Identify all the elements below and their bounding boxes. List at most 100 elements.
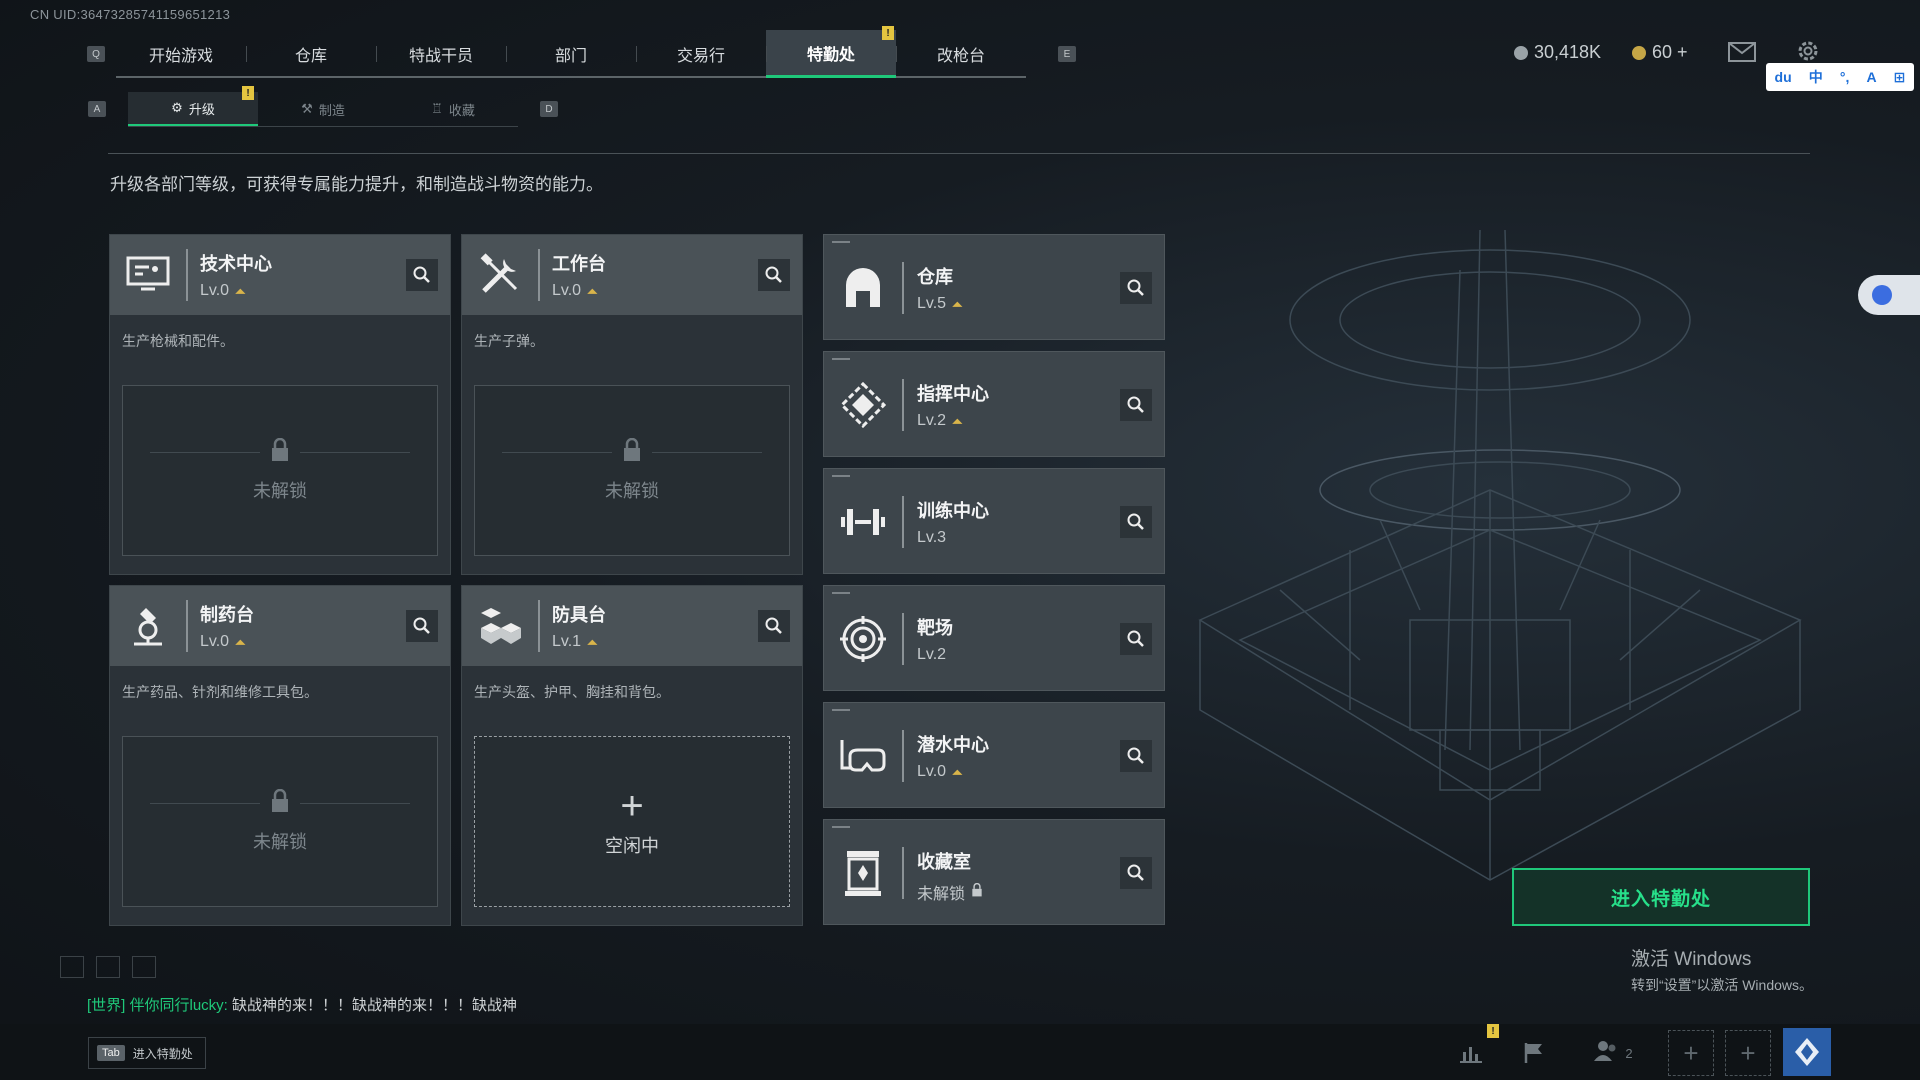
ime-toolbar[interactable]: du 中 °, A ⊞: [1766, 63, 1914, 91]
activation-title: 激活 Windows: [1631, 949, 1752, 970]
divider: [300, 452, 410, 453]
production-slot[interactable]: 未解锁: [474, 385, 790, 556]
dept-description: 生产药品、针剂和维修工具包。: [122, 684, 318, 700]
dept-card-armor-bench[interactable]: 防具台 Lv.1 ⏶ 生产头盔、护甲、胸挂和背包。 + 空闲中: [461, 585, 803, 926]
production-slot-idle[interactable]: + 空闲中: [474, 736, 790, 907]
slot-status: 空闲中: [605, 835, 659, 856]
search-icon[interactable]: [1120, 272, 1152, 304]
dept-name: 靶场: [917, 618, 953, 638]
tab-label: 改枪台: [936, 48, 985, 65]
dept-card-shooting-range[interactable]: 靶场 Lv.2: [823, 585, 1165, 691]
search-icon[interactable]: [406, 610, 438, 642]
subtab-upgrade[interactable]: ⚙ 升级 !: [128, 86, 258, 126]
token-value: 60 +: [1652, 42, 1688, 62]
e-key-hint: E: [1058, 46, 1076, 62]
friends-count: 2: [1625, 1045, 1633, 1061]
ime-logo-icon[interactable]: du: [1775, 69, 1792, 85]
tab-gunsmith[interactable]: 改枪台: [896, 30, 1026, 78]
dept-level: 未解锁: [917, 886, 966, 903]
search-icon[interactable]: [1120, 857, 1152, 889]
tab-key-hint[interactable]: Tab 进入特勤处: [88, 1037, 206, 1069]
decor-frame: [132, 956, 156, 978]
collection-icon: [824, 820, 902, 926]
a-key-hint: A: [88, 101, 106, 117]
dept-card-diving-center[interactable]: 潜水中心 Lv.0 ⏶: [823, 702, 1165, 808]
token-balance[interactable]: 60 +: [1632, 42, 1688, 63]
tab-label: 特战干员: [408, 48, 473, 65]
subtab-label: 收藏: [448, 102, 475, 118]
activation-subtitle: 转到“设置”以激活 Windows。: [1631, 977, 1814, 993]
page-description: 升级各部门等级，可获得专属能力提升，和制造战斗物资的能力。: [110, 175, 603, 194]
tab-department[interactable]: 部门: [506, 30, 636, 78]
notification-badge: !: [1487, 1024, 1499, 1038]
divider: [186, 600, 188, 652]
tab-operators[interactable]: 特战干员: [376, 30, 506, 78]
dept-card-workbench[interactable]: 工作台 Lv.0 ⏶ 生产子弹。 未解锁: [461, 234, 803, 575]
divider: [538, 600, 540, 652]
tab-warehouse[interactable]: 仓库: [246, 30, 376, 78]
ime-grid-icon[interactable]: ⊞: [1894, 69, 1906, 86]
search-icon[interactable]: [406, 259, 438, 291]
dept-level: Lv.0: [917, 763, 947, 780]
dept-name: 技术中心: [200, 254, 272, 274]
tab-start-game[interactable]: 开始游戏: [116, 30, 246, 78]
dept-description: 生产头盔、护甲、胸挂和背包。: [474, 684, 670, 700]
tools-icon: [462, 235, 538, 315]
dept-level: Lv.5: [917, 295, 947, 312]
dept-name: 工作台: [552, 254, 606, 274]
tab-hint-label: 进入特勤处: [132, 1046, 193, 1061]
subtab-label: 升级: [188, 101, 215, 117]
search-icon[interactable]: [1120, 623, 1152, 655]
dept-name: 防具台: [552, 605, 606, 625]
player-uid: CN UID:36473285741159651213: [30, 7, 231, 22]
top-nav: 开始游戏 仓库 特战干员 部门 交易行 特勤处 ! 改枪台: [116, 26, 1026, 78]
add-teammate-slot-2[interactable]: +: [1725, 1030, 1771, 1076]
dept-card-collection-room[interactable]: 收藏室 未解锁: [823, 819, 1165, 925]
dept-card-command-center[interactable]: 指挥中心 Lv.2 ⏶: [823, 351, 1165, 457]
search-icon[interactable]: [1120, 740, 1152, 772]
flag-icon[interactable]: [1518, 1037, 1550, 1069]
friends-button[interactable]: 2: [1590, 1037, 1636, 1069]
production-slot[interactable]: 未解锁: [122, 736, 438, 907]
tab-market[interactable]: 交易行: [636, 30, 766, 78]
search-icon[interactable]: [758, 610, 790, 642]
monitor-icon: [110, 235, 186, 315]
lock-icon: [622, 437, 642, 467]
dept-card-pharmacy[interactable]: 制药台 Lv.0 ⏶ 生产药品、针剂和维修工具包。 未解锁: [109, 585, 451, 926]
stats-chart-icon[interactable]: [1455, 1037, 1487, 1069]
production-slot[interactable]: 未解锁: [122, 385, 438, 556]
divider: [652, 452, 762, 453]
search-icon[interactable]: [1120, 506, 1152, 538]
upgrade-arrow-icon: ⏶: [235, 634, 246, 650]
tab-special-ops[interactable]: 特勤处 !: [766, 26, 896, 78]
enter-special-ops-button[interactable]: 进入特勤处: [1512, 868, 1810, 926]
dept-description: 生产枪械和配件。: [122, 333, 234, 349]
assistant-float-button[interactable]: [1858, 275, 1920, 315]
dept-name: 训练中心: [917, 501, 989, 521]
search-icon[interactable]: [758, 259, 790, 291]
ime-skin-icon[interactable]: A: [1866, 69, 1876, 85]
subtab-craft[interactable]: ⚒ 制造: [258, 92, 388, 126]
mail-icon[interactable]: [1728, 42, 1756, 67]
divider: [186, 249, 188, 301]
player-avatar[interactable]: [1783, 1028, 1831, 1076]
dept-card-warehouse[interactable]: 仓库 Lv.5 ⏶: [823, 234, 1165, 340]
tab-label: 开始游戏: [148, 48, 213, 65]
ime-punct-toggle[interactable]: °,: [1840, 69, 1850, 85]
divider: [902, 496, 904, 548]
search-icon[interactable]: [1120, 389, 1152, 421]
dept-card-tech-center[interactable]: 技术中心 Lv.0 ⏶ 生产枪械和配件。 未解锁: [109, 234, 451, 575]
upgrade-arrow-icon: ⏶: [952, 764, 963, 780]
notification-badge: !: [242, 86, 254, 100]
dept-card-training-center[interactable]: 训练中心 Lv.3: [823, 468, 1165, 574]
slot-status: 未解锁: [253, 832, 307, 852]
ime-lang-toggle[interactable]: 中: [1809, 67, 1823, 87]
add-teammate-slot-1[interactable]: +: [1668, 1030, 1714, 1076]
subtab-collection[interactable]: ♖ 收藏: [388, 92, 518, 126]
divider: [538, 249, 540, 301]
sub-nav: ⚙ 升级 ! ⚒ 制造 ♖ 收藏: [128, 86, 518, 127]
token-icon: [1632, 45, 1646, 60]
lock-icon: [971, 882, 983, 902]
dept-level: Lv.0: [200, 282, 230, 299]
world-chat-line[interactable]: [世界] 伴你同行lucky: 缺战神的来！！！缺战神的来！！！缺战神: [87, 994, 517, 1015]
